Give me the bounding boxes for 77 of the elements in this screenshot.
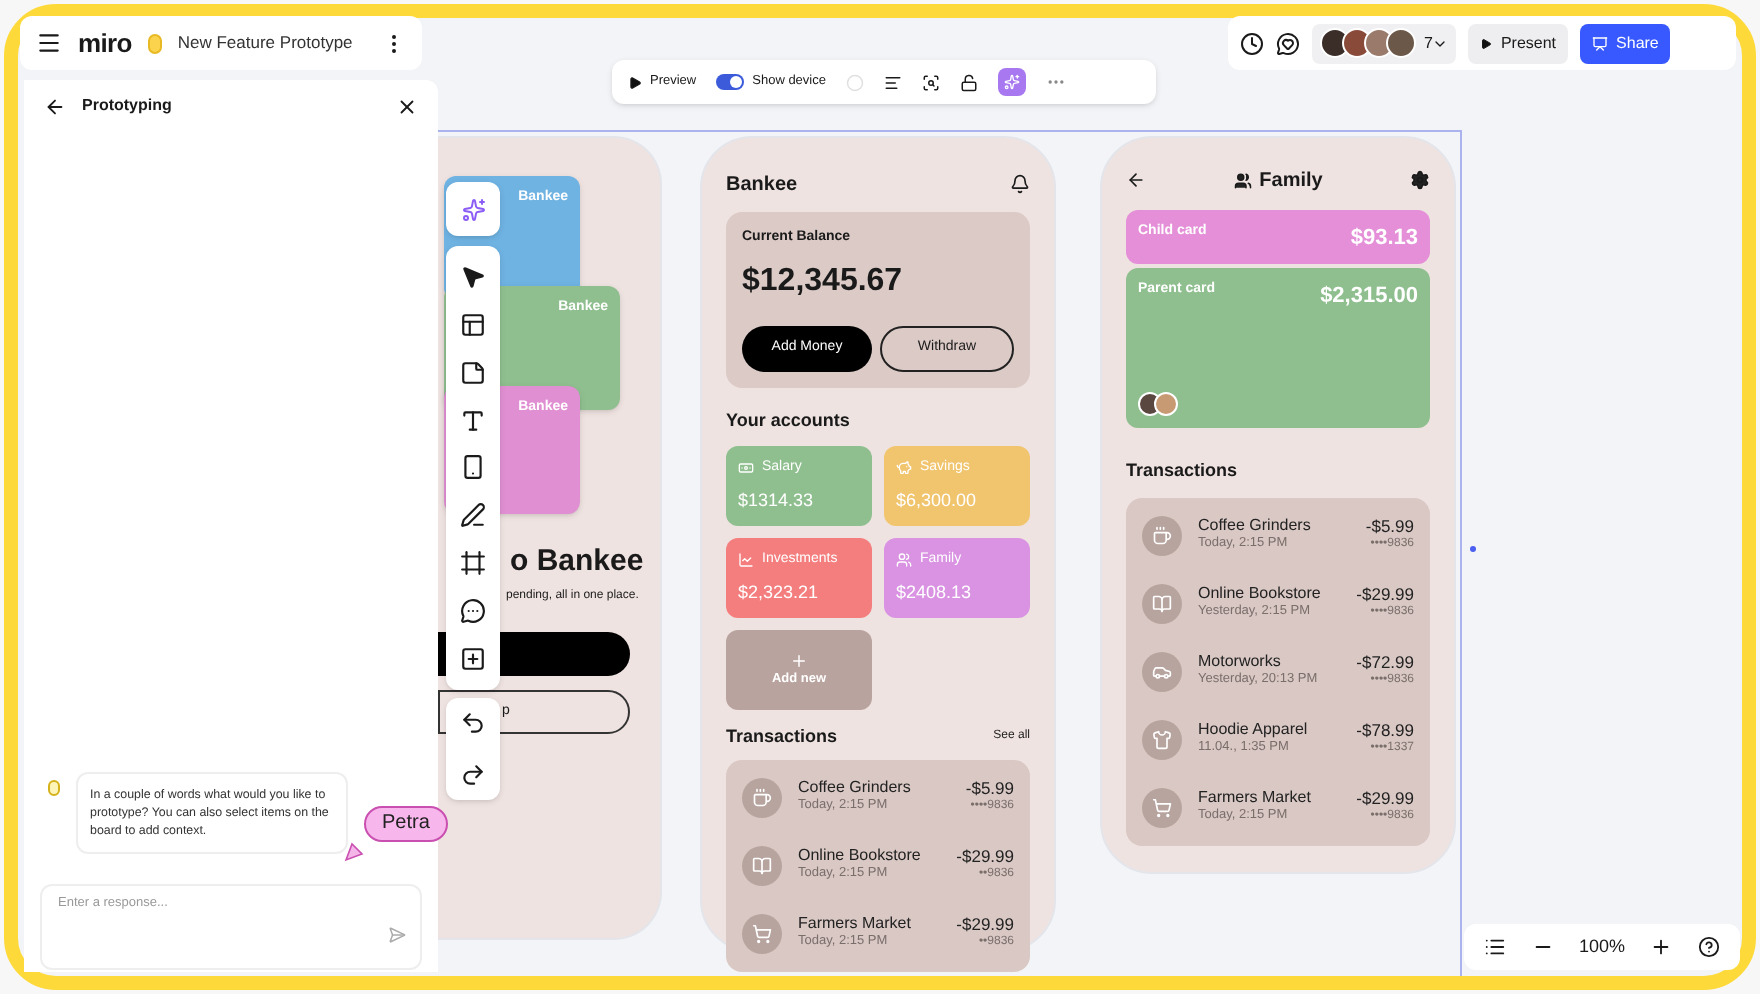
card-balance: $2,315.00 — [1320, 282, 1418, 312]
car-icon — [1142, 651, 1182, 691]
book-icon — [742, 845, 782, 885]
toggle-switch[interactable] — [716, 74, 745, 90]
account-balance: $6,300.00 — [896, 487, 979, 513]
section-title: Your accounts — [726, 407, 852, 433]
transaction-name: Farmers Market — [798, 914, 913, 934]
sticky-note-icon — [147, 33, 162, 53]
account-balance: $2408.13 — [896, 579, 974, 605]
cup-icon — [742, 777, 782, 817]
app-title: Bankee — [726, 171, 798, 199]
align-icon[interactable] — [883, 73, 902, 91]
cursor-name-tag: Petra — [364, 806, 448, 842]
ai-button[interactable] — [997, 68, 1026, 96]
avatar — [1154, 392, 1178, 416]
ai-sparkle-button[interactable] — [446, 182, 500, 236]
transaction-amount: -$5.99 — [965, 778, 1014, 799]
avatar — [1386, 28, 1416, 58]
transaction-amount: -$29.99 — [1356, 788, 1414, 809]
back-arrow-icon[interactable] — [44, 95, 66, 117]
book-icon — [1142, 583, 1182, 623]
cup-icon — [1142, 515, 1182, 555]
transaction-name: Motorworks — [1198, 652, 1283, 672]
section-title: Transactions — [726, 724, 838, 750]
piggy-bank-icon — [896, 460, 912, 477]
transaction-amount: -$5.99 — [1365, 516, 1414, 537]
people-icon — [1233, 171, 1252, 189]
transaction-amount: -$29.99 — [1356, 584, 1414, 605]
screen-title: Family — [1259, 167, 1323, 195]
settings-icon[interactable] — [1410, 170, 1430, 190]
transaction-name: Coffee Grinders — [798, 778, 913, 798]
share-button[interactable]: Share — [1580, 23, 1671, 63]
transaction-name: Coffee Grinders — [1198, 516, 1313, 536]
panel-title: Prototyping — [82, 94, 172, 118]
menu-icon[interactable] — [36, 30, 62, 56]
zoom-in-icon[interactable] — [1650, 936, 1673, 958]
avatar — [1320, 28, 1350, 58]
help-icon[interactable] — [1697, 936, 1720, 958]
sparkle-icon — [461, 197, 485, 221]
play-icon — [1480, 37, 1493, 49]
zoom-level: 100% — [1578, 933, 1626, 960]
play-icon — [628, 75, 642, 89]
lock-icon[interactable] — [959, 73, 978, 91]
welcome-title: o Bankee — [510, 542, 644, 582]
bell-icon — [1010, 174, 1030, 194]
app-logo: miro — [78, 25, 132, 62]
transaction-name: Online Bookstore — [1198, 584, 1323, 604]
account-balance: $1314.33 — [738, 487, 816, 513]
transaction-amount: -$29.99 — [956, 846, 1014, 867]
cart-icon — [742, 913, 782, 953]
transaction-amount: -$72.99 — [1356, 652, 1414, 673]
transaction-name: Farmers Market — [1198, 788, 1313, 808]
section-title: Transactions — [1126, 458, 1240, 484]
back-arrow-icon[interactable] — [1126, 170, 1146, 190]
board-title[interactable]: New Feature Prototype — [177, 30, 353, 56]
transaction-amount: -$78.99 — [1356, 720, 1414, 741]
cart-icon — [1142, 787, 1182, 827]
people-icon — [896, 552, 912, 569]
close-icon[interactable] — [396, 95, 418, 117]
card-balance: $93.13 — [1350, 224, 1418, 254]
shirt-icon — [1142, 719, 1182, 759]
balance-amount: $12,345.67 — [742, 261, 905, 301]
present-button[interactable]: Present — [1468, 23, 1569, 63]
sticky-note-icon — [48, 780, 60, 796]
chart-icon — [738, 552, 754, 569]
banknote-icon — [738, 460, 754, 477]
sparkle-icon — [1003, 74, 1020, 90]
collaborator-count[interactable]: 7 — [1424, 31, 1433, 55]
account-balance: $2,323.21 — [738, 579, 821, 605]
list-icon[interactable] — [1484, 936, 1507, 958]
transaction-name: Online Bookstore — [798, 846, 923, 866]
transaction-amount: -$29.99 — [956, 914, 1014, 935]
plus-icon — [790, 651, 808, 670]
timer-icon[interactable] — [1240, 31, 1264, 55]
chat-icon[interactable] — [1276, 31, 1300, 55]
cursor-pointer-icon — [344, 842, 364, 862]
transaction-name: Hoodie Apparel — [1198, 720, 1310, 741]
